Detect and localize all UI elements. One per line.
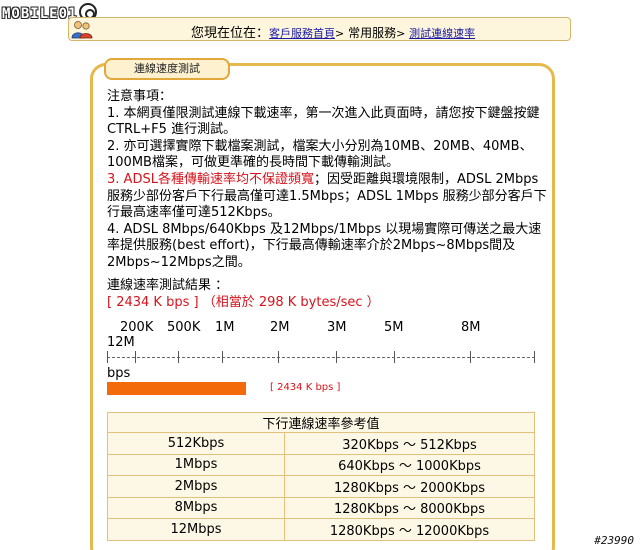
scale-label: 200K: [120, 320, 154, 335]
note-item: 1. 本網頁僅限測試連線下載速率，第一次進入此頁面時，請您按下鍵盤按鍵 CTRL…: [107, 105, 540, 138]
scale-tick: [135, 351, 136, 363]
table-row: 2Mbps 1280Kbps ～ 2000Kbps: [107, 475, 535, 498]
table-cell-range: 1280Kbps ～ 8000Kbps: [284, 496, 535, 519]
notes-heading: 注意事項：: [107, 89, 173, 104]
scale-label: 1M: [215, 320, 235, 335]
scale-tick: [394, 351, 395, 363]
table-cell-plan: 512Kbps: [107, 432, 285, 455]
users-icon: [71, 21, 93, 39]
table-header: 下行連線速率參考值: [107, 412, 535, 433]
table-cell-range: 1280Kbps ～ 2000Kbps: [284, 475, 535, 498]
scale-label: 8M: [461, 320, 481, 335]
note-item: 2. 亦可選擇實際下載檔案測試，檔案大小分別為10MB、20MB、40MB、10…: [107, 138, 533, 171]
breadcrumb-separator: >: [396, 27, 406, 40]
scale-tick: [278, 351, 279, 363]
panel-title-tab: 連線速度測試: [104, 58, 230, 80]
scale-tick: [470, 351, 471, 363]
scale-label: 500K: [167, 320, 201, 335]
breadcrumb-bar: 您現在位在：客戶服務首頁> 常用服務> 測試連線速率: [68, 17, 571, 41]
breadcrumb-link-speed-test[interactable]: 測試連線速率: [409, 27, 475, 40]
table-cell-plan: 2Mbps: [107, 475, 285, 498]
scale-label: 12M: [107, 335, 135, 350]
scale-tick: [336, 351, 337, 363]
table-row: 8Mbps 1280Kbps ～ 8000Kbps: [107, 496, 535, 519]
scale-tick: [534, 351, 535, 363]
speed-scale-labels: 200K 500K 1M 2M 3M 5M 8M 12M: [107, 320, 537, 350]
note3-prefix: 3.: [107, 171, 124, 187]
notes-section: 注意事項： 1. 本網頁僅限測試連線下載速率，第一次進入此頁面時，請您按下鍵盤按…: [107, 89, 547, 272]
scale-label: 2M: [270, 320, 290, 335]
table-row: 1Mbps 640Kbps ～ 1000Kbps: [107, 453, 535, 476]
table-cell-plan: 8Mbps: [107, 496, 285, 519]
note-item: 3. ADSL各種傳輸速率均不保證頻寬；因受距離與環境限制，ADSL 2Mbps…: [107, 172, 547, 222]
result-value: [ 2434 K bps ] （相當於 298 K bytes/sec ）: [107, 295, 380, 310]
note-item: 4. ADSL 8Mbps/640Kbps 及12Mbps/1Mbps 以現場實…: [107, 221, 542, 270]
table-row: 512Kbps 320Kbps ～ 512Kbps: [107, 432, 535, 455]
table-cell-plan: 1Mbps: [107, 453, 285, 476]
scale-label: 5M: [384, 320, 404, 335]
breadcrumb-link-customer-service[interactable]: 客戶服務首頁: [269, 27, 335, 40]
note3-warning: ADSL各種傳輸速率均不保證頻寬: [123, 171, 314, 187]
scale-tick: [107, 351, 108, 363]
breadcrumb-common-services: 常用服務: [348, 26, 397, 40]
post-id-tag: #23990: [594, 534, 634, 547]
table-header-row: 下行連線速率參考值: [107, 412, 535, 433]
logo-text: MOBILE01: [2, 6, 78, 22]
table-cell-plan: 12Mbps: [107, 518, 285, 541]
speed-bar-label: [ 2434 K bps ]: [270, 382, 341, 393]
table-cell-range: 1280Kbps ～ 12000Kbps: [284, 518, 535, 541]
breadcrumb: 您現在位在：客戶服務首頁> 常用服務> 測試連線速率: [191, 22, 475, 41]
table-cell-range: 640Kbps ～ 1000Kbps: [284, 453, 535, 476]
table-cell-range: 320Kbps ～ 512Kbps: [284, 432, 535, 455]
scale-tick: [222, 351, 223, 363]
scale-tick: [178, 351, 179, 363]
scale-label: 3M: [327, 320, 347, 335]
scale-unit: bps: [107, 366, 131, 381]
breadcrumb-lead: 您現在位在：: [191, 26, 270, 41]
reference-speed-table: 下行連線速率參考值 512Kbps 320Kbps ～ 512Kbps 1Mbp…: [107, 412, 535, 541]
table-row: 12Mbps 1280Kbps ～ 12000Kbps: [107, 518, 535, 541]
breadcrumb-separator: >: [335, 27, 345, 40]
speed-result-bar: [107, 382, 247, 395]
